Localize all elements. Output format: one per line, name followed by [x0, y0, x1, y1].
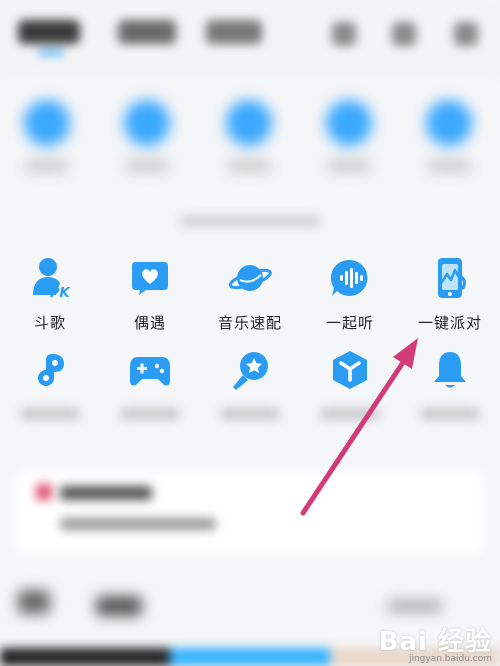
grid-item-row2-2[interactable]	[100, 348, 200, 420]
watermark: Bai 经验 jingyan.baidu.com	[379, 621, 492, 664]
grid-item-ouyu[interactable]: 偶遇	[100, 256, 200, 333]
svg-text:PK: PK	[50, 286, 71, 300]
section-title	[180, 215, 320, 227]
bell-icon	[428, 348, 472, 392]
grid-item-label: 斗歌	[33, 315, 66, 332]
section-tab[interactable]	[96, 596, 142, 616]
grid-item-music-match[interactable]: 音乐速配	[200, 256, 300, 333]
feature-icon[interactable]	[124, 100, 170, 146]
feature-label	[328, 160, 370, 172]
feature-icon[interactable]	[24, 100, 70, 146]
grid-item-label: 一起听	[325, 315, 374, 332]
grid-item-listen-together[interactable]: 一起听	[300, 256, 400, 333]
feature-icon[interactable]	[426, 100, 472, 146]
grid-item-label: 一键派对	[417, 315, 482, 332]
tab-second[interactable]	[118, 20, 176, 44]
section-more-link[interactable]	[388, 600, 442, 612]
gamepad-icon	[128, 348, 172, 392]
grid-item-row2-3[interactable]	[200, 348, 300, 420]
grid-item-row2-5[interactable]	[400, 348, 500, 420]
history-icon[interactable]	[392, 22, 416, 46]
tab-indicator	[38, 50, 64, 55]
feature-icon[interactable]	[326, 100, 372, 146]
top-bar	[0, 0, 500, 78]
card-subtitle	[60, 518, 216, 530]
feature-label	[228, 160, 270, 172]
sound-wave-chat-icon	[328, 256, 372, 300]
menu-icon[interactable]	[454, 22, 478, 46]
grid-item-label	[420, 408, 480, 420]
grid-item-label: 偶遇	[133, 315, 166, 332]
card-tag-icon	[36, 484, 52, 500]
tab-active[interactable]	[18, 20, 80, 44]
heart-chat-icon	[128, 256, 172, 300]
grid-item-one-click-party[interactable]: 一键派对	[400, 256, 500, 333]
feature-icon[interactable]	[226, 100, 272, 146]
grid-item-doge[interactable]: PK 斗歌	[0, 256, 100, 333]
feature-label	[126, 160, 168, 172]
section-heading	[18, 590, 50, 614]
feature-label	[428, 160, 470, 172]
grid-item-label	[20, 408, 80, 420]
party-phone-icon	[428, 256, 472, 300]
content-card[interactable]	[16, 472, 484, 554]
planet-icon	[228, 256, 272, 300]
grid-item-row2-4[interactable]	[300, 348, 400, 420]
card-title	[60, 486, 152, 500]
grid-item-row2-1[interactable]	[0, 348, 100, 420]
grid-item-label: 音乐速配	[217, 315, 282, 332]
music-note-icon	[28, 348, 72, 392]
grid-item-label	[220, 408, 280, 420]
pk-user-icon: PK	[28, 256, 72, 300]
feature-label	[26, 160, 68, 172]
watermark-logo: Bai 经验	[378, 627, 492, 657]
microphone-star-icon	[228, 348, 272, 392]
tab-third[interactable]	[206, 20, 262, 44]
grid-item-label	[120, 408, 180, 420]
search-icon[interactable]	[332, 22, 356, 46]
grid-item-label	[320, 408, 380, 420]
cube-icon	[328, 348, 372, 392]
